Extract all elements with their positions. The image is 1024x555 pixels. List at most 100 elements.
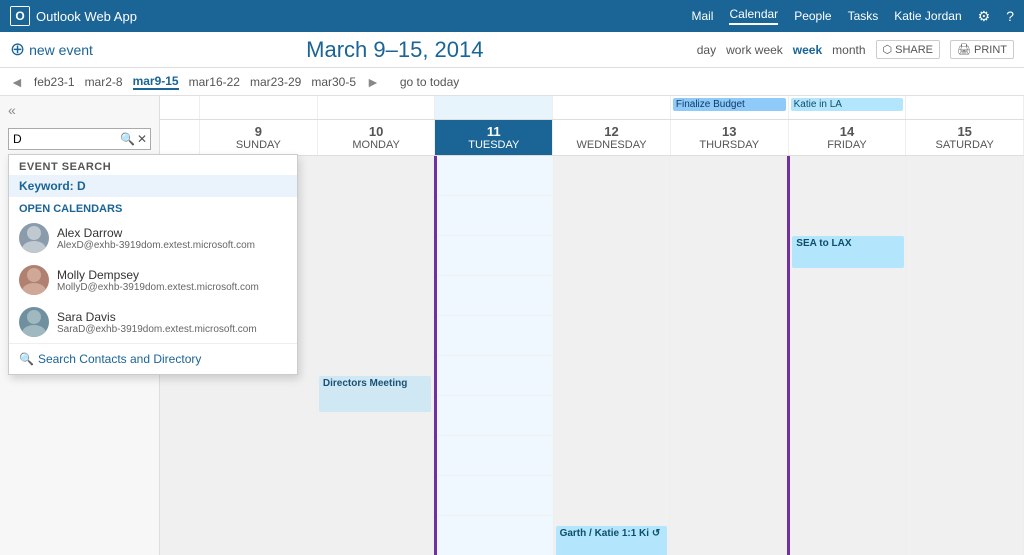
day-header-friday: 14 FRIDAY — [789, 120, 907, 155]
allday-tuesday — [435, 96, 553, 119]
day-label-sunday: SUNDAY — [236, 139, 281, 151]
range-mar9[interactable]: mar9-15 — [133, 74, 179, 90]
day-num-9: 9 — [202, 124, 315, 139]
view-day[interactable]: day — [697, 43, 716, 57]
allday-wednesday — [553, 96, 671, 119]
search-contacts-icon: 🔍 — [19, 352, 34, 366]
contact-info-sara: Sara Davis SaraD@exhb-3919dom.extest.mic… — [57, 310, 257, 335]
time-slot-9 — [160, 516, 200, 555]
day-label-saturday: SATURDAY — [936, 139, 994, 151]
day-header-sunday: 9 SUNDAY — [200, 120, 318, 155]
day-header-spacer — [160, 120, 200, 155]
day-label-thursday: THURSDAY — [699, 139, 759, 151]
app-logo: O — [10, 6, 30, 26]
nav-people[interactable]: People — [794, 9, 831, 23]
day-num-10: 10 — [320, 124, 433, 139]
allday-row: Finalize Budget Katie in LA — [160, 96, 1024, 120]
day-label-monday: MONDAY — [352, 139, 399, 151]
day-col-wednesday[interactable]: Garth / Katie 1:1 Ki ↺ Northwind Team Lu… — [554, 156, 671, 555]
search-contacts-link[interactable]: 🔍 Search Contacts and Directory — [9, 343, 297, 374]
time-slot-7 — [160, 436, 200, 476]
day-col-tuesday[interactable]: Lunch with Adam — [434, 156, 554, 555]
new-event-button[interactable]: ⊕ new event — [10, 39, 93, 60]
print-button[interactable]: 🖨 PRINT — [950, 40, 1014, 59]
search-dropdown: EVENT SEARCH Keyword: D OPEN CALENDARS A… — [8, 154, 298, 375]
allday-event-katie-in-la[interactable]: Katie in LA — [791, 98, 904, 111]
search-box-wrap: 🔍 ✕ EVENT SEARCH Keyword: D OPEN CALENDA… — [0, 124, 159, 154]
contact-molly-dempsey[interactable]: Molly Dempsey MollyD@exhb-3919dom.extest… — [9, 259, 297, 301]
day-header-saturday: 15 SATURDAY — [906, 120, 1024, 155]
event-sea-to-lax[interactable]: SEA to LAX — [792, 236, 904, 268]
view-workweek[interactable]: work week — [726, 43, 783, 57]
allday-sunday — [200, 96, 318, 119]
open-calendars-label: OPEN CALENDARS — [9, 197, 297, 217]
share-label: SHARE — [895, 44, 933, 56]
nav-calendar[interactable]: Calendar — [729, 7, 778, 25]
nav-mail[interactable]: Mail — [691, 9, 713, 23]
day-label-tuesday: TUESDAY — [468, 139, 519, 151]
search-submit-icon[interactable]: 🔍 — [120, 132, 135, 146]
share-button[interactable]: ⬡ SHARE — [876, 40, 941, 59]
search-keyword-row: Keyword: D — [9, 175, 297, 197]
app-branding: O Outlook Web App — [10, 6, 137, 26]
allday-saturday — [906, 96, 1024, 119]
share-icon: ⬡ — [883, 43, 893, 56]
day-label-friday: FRIDAY — [827, 139, 867, 151]
range-mar16[interactable]: mar16-22 — [189, 75, 240, 89]
allday-spacer — [160, 96, 200, 119]
contact-info-molly: Molly Dempsey MollyD@exhb-3919dom.extest… — [57, 268, 259, 293]
search-clear-icon[interactable]: ✕ — [137, 132, 147, 146]
contact-sara-davis[interactable]: Sara Davis SaraD@exhb-3919dom.extest.mic… — [9, 301, 297, 343]
range-mar30[interactable]: mar30-5 — [311, 75, 356, 89]
keyword-label: Keyword: — [19, 179, 74, 193]
sidebar-collapse-button[interactable]: « — [0, 96, 159, 124]
search-icon-group: 🔍 ✕ — [120, 132, 147, 146]
contact-email-sara: SaraD@exhb-3919dom.extest.microsoft.com — [57, 324, 257, 335]
top-bar: O Outlook Web App Mail Calendar People T… — [0, 0, 1024, 32]
day-headers: 9 SUNDAY 10 MONDAY 11 TUESDAY 12 WEDNESD… — [160, 120, 1024, 156]
svg-text:O: O — [15, 9, 24, 23]
day-col-saturday[interactable] — [907, 156, 1024, 555]
day-num-13: 13 — [673, 124, 786, 139]
time-slot-6 — [160, 396, 200, 436]
event-garth-katie[interactable]: Garth / Katie 1:1 Ki ↺ — [556, 526, 668, 555]
allday-monday — [318, 96, 436, 119]
event-directors-meeting[interactable]: Directors Meeting — [319, 376, 431, 412]
contact-info-alex: Alex Darrow AlexD@exhb-3919dom.extest.mi… — [57, 226, 255, 251]
print-label: PRINT — [974, 44, 1007, 56]
nav-tasks[interactable]: Tasks — [848, 9, 879, 23]
contact-name-molly: Molly Dempsey — [57, 268, 259, 282]
day-col-friday[interactable]: SEA to LAX Northwind Team Lun Cafe Robin… — [787, 156, 907, 555]
calendar-title: March 9–15, 2014 — [113, 37, 677, 63]
settings-icon[interactable]: ⚙ — [978, 8, 991, 25]
user-name[interactable]: Katie Jordan — [894, 9, 961, 23]
day-num-11: 11 — [437, 124, 550, 139]
day-col-monday[interactable]: Directors Meeting Northwind Team Lun Caf… — [317, 156, 434, 555]
help-icon[interactable]: ? — [1006, 8, 1014, 24]
main-layout: « 🔍 ✕ EVENT SEARCH Keyword: D OPEN CALEN… — [0, 96, 1024, 555]
top-nav: Mail Calendar People Tasks Katie Jordan … — [691, 7, 1014, 25]
view-month[interactable]: month — [832, 43, 865, 57]
event-title-sea-lax: SEA to LAX — [796, 238, 900, 249]
date-ranges: feb23-1 mar2-8 mar9-15 mar16-22 mar23-29… — [34, 74, 356, 90]
contact-avatar-alex — [19, 223, 49, 253]
contact-avatar-molly — [19, 265, 49, 295]
range-mar23[interactable]: mar23-29 — [250, 75, 301, 89]
keyword-value: D — [77, 179, 86, 193]
prev-arrow[interactable]: ◄ — [10, 74, 24, 90]
next-arrow[interactable]: ► — [366, 74, 380, 90]
view-week[interactable]: week — [793, 43, 822, 57]
day-num-15: 15 — [908, 124, 1021, 139]
day-header-tuesday: 11 TUESDAY — [435, 120, 553, 155]
day-col-thursday[interactable]: Marketing Sync Titan Robin Counts Handof… — [670, 156, 787, 555]
sub-header: ⊕ new event March 9–15, 2014 day work we… — [0, 32, 1024, 68]
nav-row: ◄ feb23-1 mar2-8 mar9-15 mar16-22 mar23-… — [0, 68, 1024, 96]
contact-name-sara: Sara Davis — [57, 310, 257, 324]
contact-alex-darrow[interactable]: Alex Darrow AlexD@exhb-3919dom.extest.mi… — [9, 217, 297, 259]
range-feb23[interactable]: feb23-1 — [34, 75, 75, 89]
range-mar2[interactable]: mar2-8 — [85, 75, 123, 89]
contact-email-alex: AlexD@exhb-3919dom.extest.microsoft.com — [57, 240, 255, 251]
allday-event-finalize-budget[interactable]: Finalize Budget — [673, 98, 786, 111]
go-today-button[interactable]: go to today — [400, 75, 459, 89]
day-num-12: 12 — [555, 124, 668, 139]
